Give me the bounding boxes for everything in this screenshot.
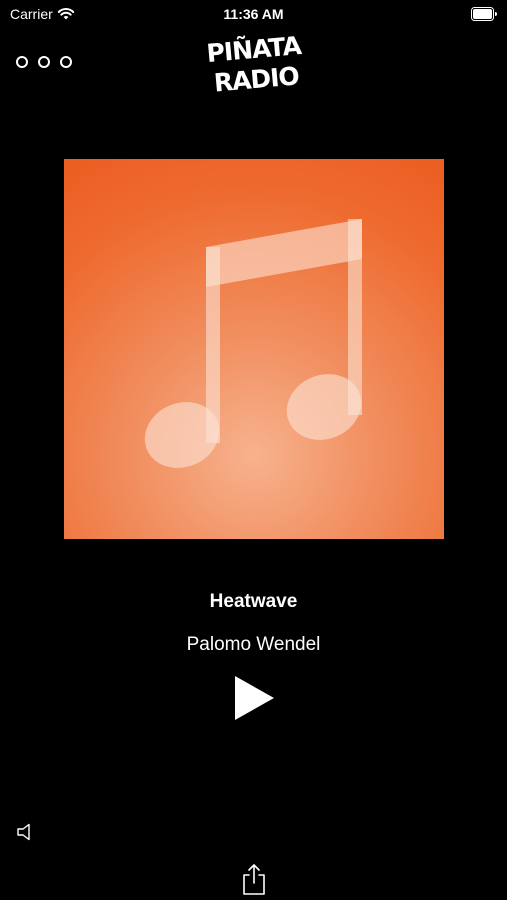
status-bar: Carrier 11:36 AM xyxy=(0,0,507,28)
play-icon xyxy=(235,676,274,720)
pinata-radio-logo: PIÑATA RADIO xyxy=(205,31,303,98)
album-artwork xyxy=(64,159,444,539)
menu-dot xyxy=(38,56,50,68)
share-button[interactable] xyxy=(240,862,268,896)
share-icon xyxy=(243,864,265,895)
track-title: Heatwave xyxy=(209,591,298,612)
more-options-button[interactable] xyxy=(16,50,72,74)
music-note-icon xyxy=(144,219,362,468)
menu-dot xyxy=(60,56,72,68)
track-artist: Palomo Wendel xyxy=(186,634,321,655)
speaker-icon xyxy=(17,823,30,841)
battery-icon xyxy=(471,7,497,21)
volume-button[interactable] xyxy=(16,822,36,842)
menu-dot xyxy=(16,56,28,68)
status-time: 11:36 AM xyxy=(223,6,284,22)
play-button[interactable] xyxy=(230,672,278,724)
logo-line2: RADIO xyxy=(213,61,300,97)
